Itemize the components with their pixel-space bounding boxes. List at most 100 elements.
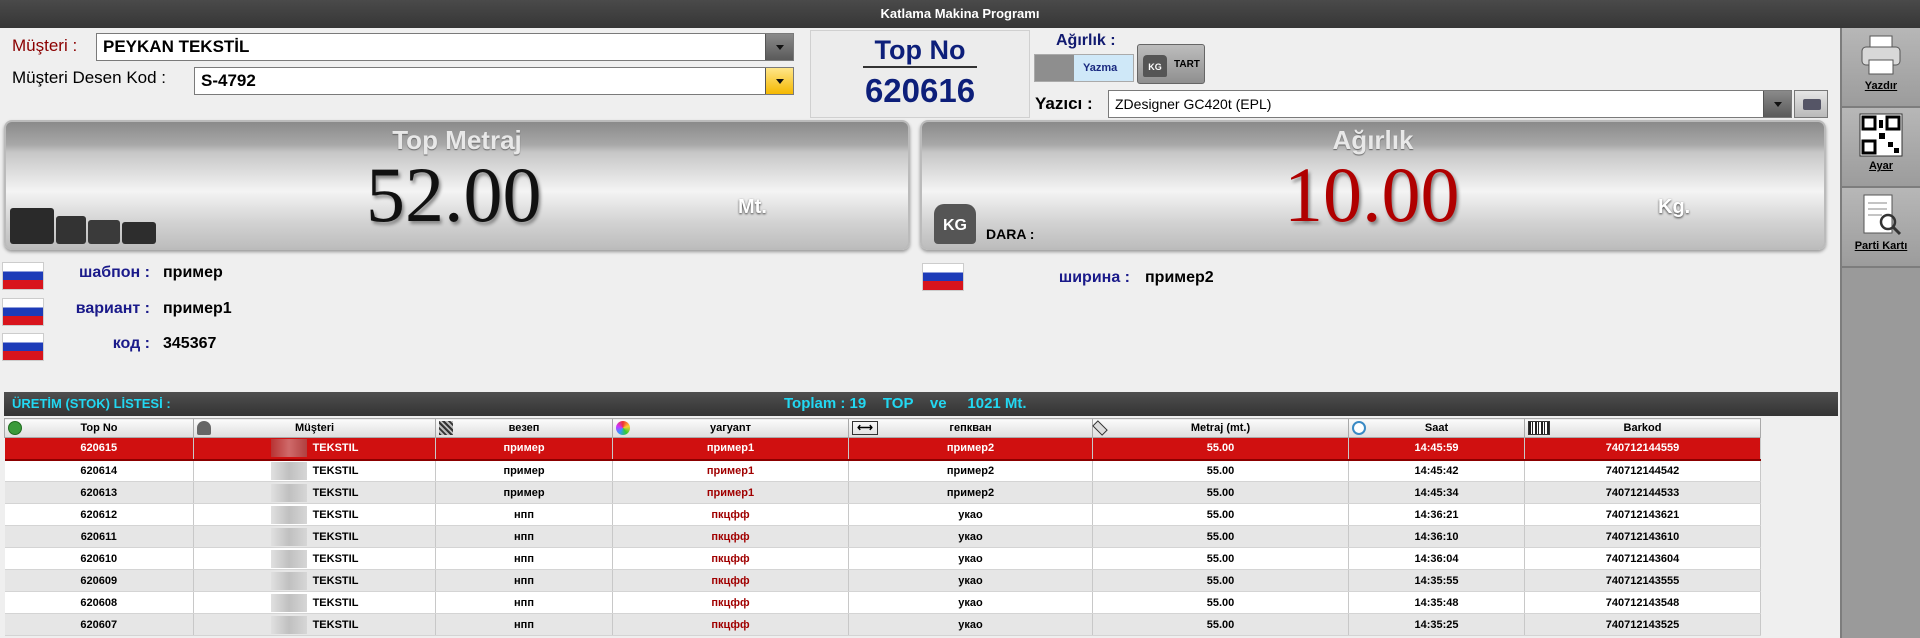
cell-c5: укао [848, 525, 1093, 548]
cell-c5: укао [848, 503, 1093, 526]
cell-metraj: 55.00 [1092, 569, 1349, 592]
table-row[interactable]: 620610 TEKSTIL нпп пкцфф укао 55.00 14:3… [4, 547, 1761, 570]
top-no-box: Top No 620616 [810, 30, 1030, 118]
cell-c5: укао [848, 569, 1093, 592]
cell-c5: укао [848, 547, 1093, 570]
cell-metraj: 55.00 [1092, 525, 1349, 548]
cell-metraj: 55.00 [1092, 613, 1349, 636]
yazma-label: Yazma [1083, 62, 1118, 74]
cell-c4: пример1 [612, 459, 849, 482]
agirlik-unit: Kg. [1658, 196, 1691, 218]
dara-label: DARA : [986, 226, 1035, 242]
stock-table: Top No Müşteri везеп yaгуаnт ⟷ гепкван Me… [4, 418, 1761, 636]
field-value: пример [163, 264, 223, 281]
parti-label: Parti Kartı [1854, 240, 1908, 252]
column-header-top-no[interactable]: Top No [4, 418, 194, 438]
cell-c3: нпп [435, 613, 613, 636]
metraj-panel: Top Metraj 52.00 Mt. [4, 120, 910, 250]
cell-barkod: 740712143555 [1524, 569, 1761, 592]
yazici-combo[interactable]: ZDesigner GC420t (EPL) [1108, 90, 1792, 118]
cell-c3: нпп [435, 569, 613, 592]
cell-musteri: TEKSTIL [193, 569, 436, 592]
yazici-value: ZDesigner GC420t (EPL) [1115, 96, 1272, 112]
cell-musteri: TEKSTIL [193, 481, 436, 504]
printer-icon [1861, 35, 1901, 75]
printer-icon [1803, 99, 1821, 110]
cell-c4: пример1 [612, 481, 849, 504]
desen-combo[interactable]: S-4792 [194, 67, 794, 95]
cell-saat: 14:45:42 [1348, 459, 1525, 482]
cell-c3: нпп [435, 525, 613, 548]
redacted-block [270, 527, 307, 546]
cell-c5: укао [848, 613, 1093, 636]
cell-barkod: 740712144533 [1524, 481, 1761, 504]
cell-musteri: TEKSTIL [193, 547, 436, 570]
cell-c5: укао [848, 591, 1093, 614]
chevron-down-icon[interactable] [765, 68, 793, 94]
column-header-c4[interactable]: yaгуаnт [612, 418, 849, 438]
column-header-metraj[interactable]: Metraj (mt.) [1092, 418, 1349, 438]
field-value: 345367 [163, 335, 217, 352]
table-row[interactable]: 620609 TEKSTIL нпп пкцфф укао 55.00 14:3… [4, 569, 1761, 592]
settings-label: Ayar [1868, 160, 1894, 172]
parti-karti-button[interactable]: Parti Kartı [1842, 188, 1920, 268]
cell-saat: 14:45:34 [1348, 481, 1525, 504]
table-row[interactable]: 620607 TEKSTIL нпп пкцфф укао 55.00 14:3… [4, 613, 1761, 636]
metraj-value: 52.00 [366, 151, 542, 238]
settings-button[interactable]: Ayar [1842, 108, 1920, 188]
musteri-combo[interactable]: PEYKAN TEKSTİL [96, 33, 794, 61]
table-row[interactable]: 620611 TEKSTIL нпп пкцфф укао 55.00 14:3… [4, 525, 1761, 548]
yazma-toggle[interactable]: Yazma [1034, 54, 1134, 82]
cell-saat: 14:35:48 [1348, 591, 1525, 614]
cell-barkod: 740712144542 [1524, 459, 1761, 482]
cell-c4: пкцфф [612, 613, 849, 636]
table-row[interactable]: 620608 TEKSTIL нпп пкцфф укао 55.00 14:3… [4, 591, 1761, 614]
cell-top-no: 620609 [4, 569, 194, 592]
table-row[interactable]: 620615 TEKSTIL пример пример1 пример2 55… [4, 437, 1761, 461]
cell-top-no: 620614 [4, 459, 194, 482]
tart-button[interactable]: KG TART [1137, 44, 1205, 84]
column-header-barkod[interactable]: Barkod [1524, 418, 1761, 438]
barcode-icon [1528, 421, 1550, 435]
musteri-label: Müşteri : [12, 36, 78, 55]
width-arrow-icon: ⟷ [852, 421, 878, 435]
cell-barkod: 740712143604 [1524, 547, 1761, 570]
cell-top-no: 620615 [4, 437, 194, 461]
column-header-musteri[interactable]: Müşteri [193, 418, 436, 438]
cell-c4: пкцфф [612, 503, 849, 526]
field-label: ширина : [1058, 269, 1130, 286]
table-row[interactable]: 620613 TEKSTIL пример пример1 пример2 55… [4, 481, 1761, 504]
cell-metraj: 55.00 [1092, 503, 1349, 526]
cell-top-no: 620607 [4, 613, 194, 636]
column-header-c5[interactable]: ⟷ гепкван [848, 418, 1093, 438]
chevron-down-icon[interactable] [1763, 91, 1791, 117]
cell-top-no: 620610 [4, 547, 194, 570]
table-row[interactable]: 620614 TEKSTIL пример пример1 пример2 55… [4, 459, 1761, 482]
russian-flag-icon [2, 262, 44, 290]
cell-c3: нпп [435, 503, 613, 526]
cell-c3: пример [435, 481, 613, 504]
window-title: Katlama Makina Programı [0, 0, 1920, 28]
musteri-value: PEYKAN TEKSTİL [103, 37, 250, 56]
print-button[interactable]: Yazdır [1842, 28, 1920, 108]
cell-c5: пример2 [848, 437, 1093, 461]
printer-settings-button[interactable] [1794, 90, 1828, 118]
agirlik-value: 10.00 [1284, 151, 1460, 238]
cell-metraj: 55.00 [1092, 481, 1349, 504]
field-value: пример2 [1145, 269, 1214, 286]
field-label: вариант : [75, 300, 150, 317]
document-search-icon [1863, 194, 1902, 236]
weight-icon: KG [1143, 55, 1167, 77]
chevron-down-icon[interactable] [765, 34, 793, 60]
field-value: пример1 [163, 300, 232, 317]
table-row[interactable]: 620612 TEKSTIL нпп пкцфф укао 55.00 14:3… [4, 503, 1761, 526]
right-action-panel: Yazdır Ayar Parti Kartı [1840, 28, 1920, 638]
print-label: Yazdır [1864, 80, 1898, 92]
cell-musteri: TEKSTIL [193, 525, 436, 548]
column-header-c3[interactable]: везеп [435, 418, 613, 438]
cell-metraj: 55.00 [1092, 459, 1349, 482]
column-header-saat[interactable]: Saat [1348, 418, 1525, 438]
cell-c4: пкцфф [612, 569, 849, 592]
yazici-label: Yazıcı : [1035, 94, 1093, 113]
cell-saat: 14:36:04 [1348, 547, 1525, 570]
